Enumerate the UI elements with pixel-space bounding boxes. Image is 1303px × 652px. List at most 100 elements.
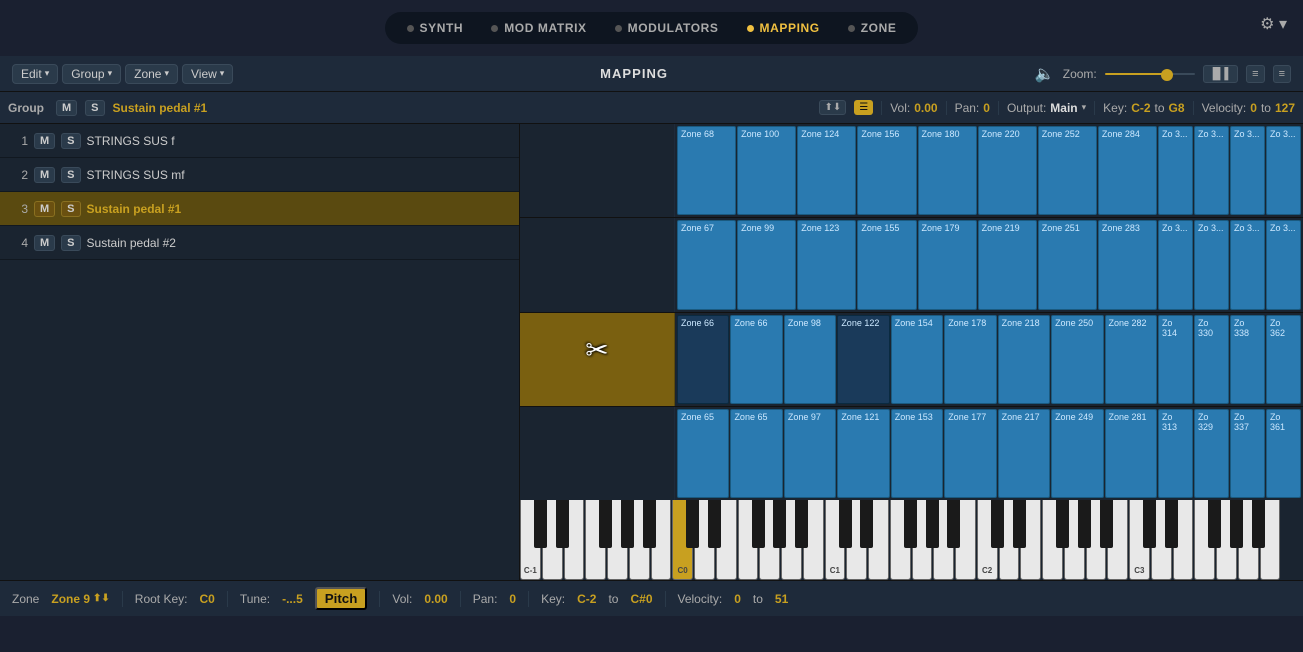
black-key[interactable] bbox=[1165, 500, 1178, 548]
zone-cell[interactable]: Zone 100 bbox=[737, 126, 796, 215]
tab-modulators[interactable]: MODULATORS bbox=[601, 17, 733, 39]
zone-cell[interactable]: Zo 3... bbox=[1230, 220, 1265, 309]
status-vel-to[interactable]: 51 bbox=[775, 592, 788, 606]
black-key[interactable] bbox=[1143, 500, 1156, 548]
black-key[interactable] bbox=[1208, 500, 1221, 548]
list-icon-btn[interactable]: ≡ bbox=[1246, 65, 1264, 83]
zone-status-value[interactable]: Zone 9 ⬆⬇ bbox=[51, 592, 109, 606]
zone-cell[interactable]: Zo 362 bbox=[1266, 315, 1301, 404]
zone-cell[interactable]: Zone 217 bbox=[998, 409, 1050, 498]
zone-cell[interactable]: Zone 180 bbox=[918, 126, 977, 215]
zone-cell[interactable]: Zone 177 bbox=[944, 409, 996, 498]
black-key[interactable] bbox=[773, 500, 786, 548]
tab-mod-matrix[interactable]: MOD MATRIX bbox=[477, 17, 600, 39]
zone-cell[interactable]: Zone 65 bbox=[677, 409, 729, 498]
list-item-active[interactable]: 3 M S Sustain pedal #1 bbox=[0, 192, 519, 226]
black-key[interactable] bbox=[752, 500, 765, 548]
vel-from[interactable]: 0 bbox=[1250, 101, 1257, 115]
zone-cell[interactable]: Zone 249 bbox=[1051, 409, 1103, 498]
zone-cell[interactable]: Zone 283 bbox=[1098, 220, 1157, 309]
black-key[interactable] bbox=[599, 500, 612, 548]
row4-s[interactable]: S bbox=[61, 235, 80, 251]
black-key[interactable] bbox=[839, 500, 852, 548]
black-key[interactable] bbox=[621, 500, 634, 548]
zone-cell[interactable]: Zone 67 bbox=[677, 220, 736, 309]
black-key[interactable] bbox=[643, 500, 656, 548]
view-menu[interactable]: View ▾ bbox=[182, 64, 233, 84]
zone-cell[interactable]: Zone 65 bbox=[730, 409, 782, 498]
zone-cell[interactable]: Zo 338 bbox=[1230, 315, 1265, 404]
zone-cell[interactable]: Zo 361 bbox=[1266, 409, 1301, 498]
speaker-icon[interactable]: 🔈 bbox=[1035, 64, 1055, 84]
status-key-from[interactable]: C-2 bbox=[577, 592, 596, 606]
row1-m[interactable]: M bbox=[34, 133, 55, 149]
root-key-value[interactable]: C0 bbox=[200, 592, 215, 606]
status-vel-from[interactable]: 0 bbox=[734, 592, 741, 606]
status-vol-value[interactable]: 0.00 bbox=[424, 592, 447, 606]
black-key[interactable] bbox=[904, 500, 917, 548]
zone-cell-dark[interactable]: Zone 122 bbox=[837, 315, 889, 404]
zone-cell-dark[interactable]: Zone 66 bbox=[677, 315, 729, 404]
zone-cell[interactable]: Zone 218 bbox=[998, 315, 1050, 404]
zone-cell[interactable]: Zo 314 bbox=[1158, 315, 1193, 404]
zoom-slider[interactable] bbox=[1105, 69, 1195, 81]
key-to[interactable]: G8 bbox=[1169, 101, 1185, 115]
tune-value[interactable]: -...5 bbox=[282, 592, 303, 606]
row2-m[interactable]: M bbox=[34, 167, 55, 183]
zone-cell[interactable]: Zo 3... bbox=[1194, 220, 1229, 309]
black-key[interactable] bbox=[795, 500, 808, 548]
zone-cell[interactable]: Zone 219 bbox=[978, 220, 1037, 309]
zone-cell[interactable]: Zo 313 bbox=[1158, 409, 1193, 498]
black-key[interactable] bbox=[1252, 500, 1265, 548]
zone-cell[interactable]: Zone 179 bbox=[918, 220, 977, 309]
zone-menu[interactable]: Zone ▾ bbox=[125, 64, 178, 84]
black-key[interactable] bbox=[860, 500, 873, 548]
black-key[interactable] bbox=[1230, 500, 1243, 548]
black-key[interactable] bbox=[926, 500, 939, 548]
key-from[interactable]: C-2 bbox=[1131, 101, 1150, 115]
black-key[interactable] bbox=[947, 500, 960, 548]
output-value[interactable]: Main bbox=[1050, 101, 1077, 115]
list-item[interactable]: 1 M S STRINGS SUS f bbox=[0, 124, 519, 158]
zone-cell[interactable]: Zone 98 bbox=[784, 315, 836, 404]
zone-cell[interactable]: Zo 3... bbox=[1266, 220, 1301, 309]
black-key[interactable] bbox=[686, 500, 699, 548]
black-key[interactable] bbox=[1056, 500, 1069, 548]
lines-icon-btn[interactable]: ≡ bbox=[1273, 65, 1291, 83]
vel-to[interactable]: 127 bbox=[1275, 101, 1295, 115]
list-item[interactable]: 4 M S Sustain pedal #2 bbox=[0, 226, 519, 260]
zone-cell[interactable]: Zo 3... bbox=[1266, 126, 1301, 215]
zone-cell[interactable]: Zo 337 bbox=[1230, 409, 1265, 498]
zone-cell[interactable]: Zone 155 bbox=[857, 220, 916, 309]
zone-cell[interactable]: Zone 284 bbox=[1098, 126, 1157, 215]
pitch-button[interactable]: Pitch bbox=[315, 587, 368, 610]
black-key[interactable] bbox=[708, 500, 721, 548]
zone-cell[interactable]: Zone 178 bbox=[944, 315, 996, 404]
zone-cell[interactable]: Zone 282 bbox=[1105, 315, 1157, 404]
zone-cell[interactable]: Zone 252 bbox=[1038, 126, 1097, 215]
zone-cell[interactable]: Zo 3... bbox=[1230, 126, 1265, 215]
zone-cell[interactable]: Zone 281 bbox=[1105, 409, 1157, 498]
group-m-btn[interactable]: M bbox=[56, 100, 77, 116]
status-pan-value[interactable]: 0 bbox=[509, 592, 516, 606]
pan-value[interactable]: 0 bbox=[983, 101, 990, 115]
zone-cell[interactable]: Zo 329 bbox=[1194, 409, 1229, 498]
status-key-to[interactable]: C#0 bbox=[630, 592, 652, 606]
zone-cell[interactable]: Zone 154 bbox=[891, 315, 943, 404]
tab-synth[interactable]: SYNTH bbox=[393, 17, 478, 39]
black-key[interactable] bbox=[991, 500, 1004, 548]
zone-cell[interactable]: Zone 124 bbox=[797, 126, 856, 215]
zone-cell[interactable]: Zone 121 bbox=[837, 409, 889, 498]
group-menu[interactable]: Group ▾ bbox=[62, 64, 121, 84]
group-s-btn[interactable]: S bbox=[85, 100, 104, 116]
list-item[interactable]: 2 M S STRINGS SUS mf bbox=[0, 158, 519, 192]
zone-cell[interactable]: Zone 251 bbox=[1038, 220, 1097, 309]
black-key[interactable] bbox=[556, 500, 569, 548]
row4-m[interactable]: M bbox=[34, 235, 55, 251]
row1-s[interactable]: S bbox=[61, 133, 80, 149]
black-key[interactable] bbox=[1013, 500, 1026, 548]
zone-cell[interactable]: Zone 97 bbox=[784, 409, 836, 498]
tab-zone[interactable]: ZONE bbox=[834, 17, 911, 39]
zone-cell[interactable]: Zone 99 bbox=[737, 220, 796, 309]
bars-icon[interactable]: ▐▌▌ bbox=[1203, 65, 1238, 83]
